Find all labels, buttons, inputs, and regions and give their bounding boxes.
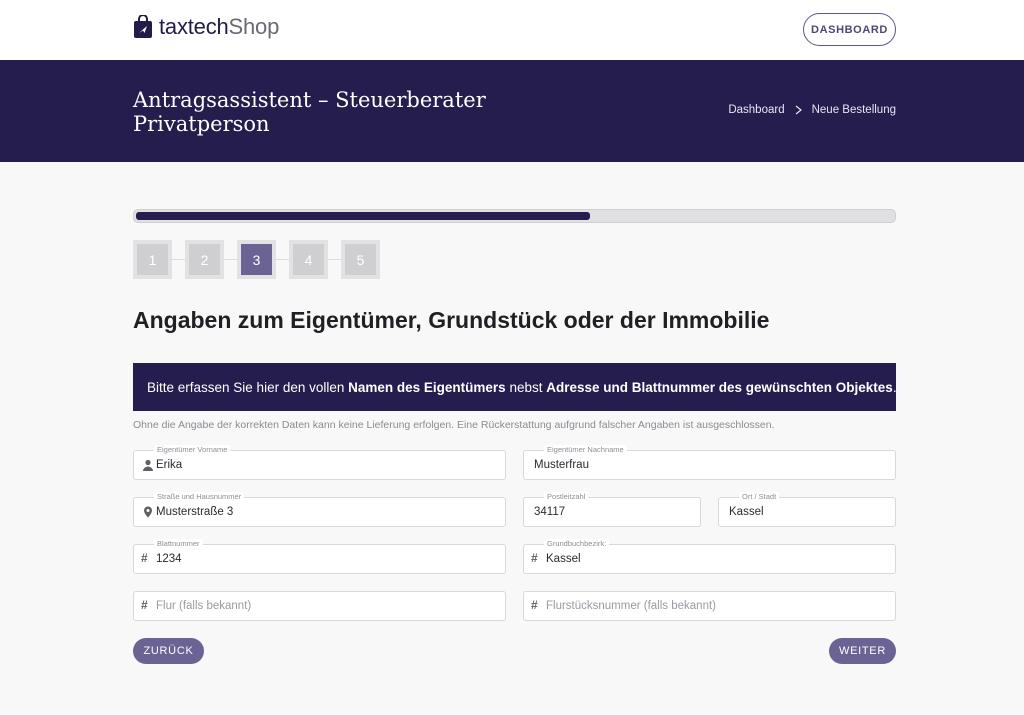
user-icon [143, 459, 153, 471]
step-connector [172, 259, 185, 260]
page-header: Antragsassistent – Steuerberater Privatp… [0, 60, 1024, 162]
disclaimer-note: Ohne die Angabe der korrekten Daten kann… [133, 419, 775, 431]
land-registry-district-value: Kassel [546, 553, 581, 565]
step-connector [224, 259, 237, 260]
step-5-number: 5 [345, 244, 376, 275]
step-connector [276, 259, 289, 260]
top-bar: taxtechShop DASHBOARD [0, 0, 1024, 60]
logo-text: taxtechShop [159, 14, 279, 40]
sheet-number-value: 1234 [156, 553, 182, 565]
hash-icon: # [531, 551, 538, 565]
location-pin-icon [144, 506, 152, 518]
hash-icon: # [531, 598, 538, 612]
page-title: Antragsassistent – Steuerberater Privatp… [133, 88, 486, 136]
sheet-number-field[interactable]: Blattnummer # 1234 [133, 539, 506, 574]
logo[interactable]: taxtechShop [133, 13, 279, 41]
step-3[interactable]: 3 [237, 240, 276, 279]
step-4[interactable]: 4 [289, 240, 328, 279]
logo-text-bold: taxtech [159, 14, 229, 39]
info-text-2: nebst [505, 379, 547, 395]
next-button[interactable]: WEITER [829, 638, 896, 664]
back-button[interactable]: ZURÜCK [133, 638, 204, 664]
street-value: Musterstraße 3 [156, 506, 234, 518]
flur-placeholder: Flur (falls bekannt) [156, 600, 252, 612]
owner-lastname-field[interactable]: Eigentümer Nachname Musterfrau [523, 445, 896, 480]
shopping-bag-icon [134, 15, 152, 38]
dashboard-button[interactable]: DASHBOARD [803, 13, 896, 46]
field-label: Eigentümer Vorname [154, 445, 231, 455]
field-label: Postleitzahl [544, 492, 589, 502]
step-2[interactable]: 2 [185, 240, 224, 279]
progress-bar [133, 209, 896, 223]
info-banner: Bitte erfassen Sie hier den vollen Namen… [133, 363, 897, 411]
breadcrumb: Dashboard Neue Bestellung [728, 104, 896, 116]
breadcrumb-dashboard[interactable]: Dashboard [728, 104, 784, 116]
owner-firstname-field[interactable]: Eigentümer Vorname Erika [133, 445, 506, 480]
parcel-number-placeholder: Flurstücksnummer (falls bekannt) [546, 600, 716, 612]
step-2-number: 2 [189, 244, 220, 275]
step-4-number: 4 [293, 244, 324, 275]
breadcrumb-neue-bestellung: Neue Bestellung [811, 104, 896, 116]
owner-lastname-value: Musterfrau [534, 459, 589, 471]
info-text-3: . [892, 379, 897, 395]
step-connector [328, 259, 341, 260]
postcode-value: 34117 [534, 506, 566, 518]
postcode-field[interactable]: Postleitzahl 34117 [523, 492, 701, 527]
step-1-number: 1 [137, 244, 168, 275]
field-label: Ort / Stadt [739, 492, 780, 502]
street-field[interactable]: Straße und Hausnummer Musterstraße 3 [133, 492, 506, 527]
step-1[interactable]: 1 [133, 240, 172, 279]
land-registry-district-field[interactable]: Grundbuchbezirk: # Kassel [523, 539, 896, 574]
city-value: Kassel [729, 506, 764, 518]
field-label: Eigentümer Nachname [544, 445, 627, 455]
info-bold-2: Adresse und Blattnummer des gewünschten … [546, 379, 893, 395]
flur-field[interactable]: # Flur (falls bekannt) [133, 591, 506, 621]
field-label: Blattnummer [154, 539, 203, 549]
info-bold-1: Namen des Eigentümers [348, 379, 506, 395]
chevron-right-icon [795, 105, 802, 115]
info-text-1: Bitte erfassen Sie hier den vollen [147, 379, 349, 395]
step-indicator: 1 2 3 4 5 [133, 240, 380, 279]
section-title: Angaben zum Eigentümer, Grundstück oder … [133, 307, 770, 333]
logo-text-light: Shop [228, 14, 280, 39]
field-label: Grundbuchbezirk: [544, 539, 610, 549]
field-label: Straße und Hausnummer [154, 492, 245, 502]
owner-firstname-value: Erika [156, 459, 183, 471]
parcel-number-field[interactable]: # Flurstücksnummer (falls bekannt) [523, 591, 896, 621]
hash-icon: # [141, 598, 148, 612]
step-5[interactable]: 5 [341, 240, 380, 279]
hash-icon: # [141, 551, 148, 565]
city-field[interactable]: Ort / Stadt Kassel [718, 492, 896, 527]
step-3-number: 3 [241, 244, 272, 275]
progress-fill [136, 212, 590, 220]
